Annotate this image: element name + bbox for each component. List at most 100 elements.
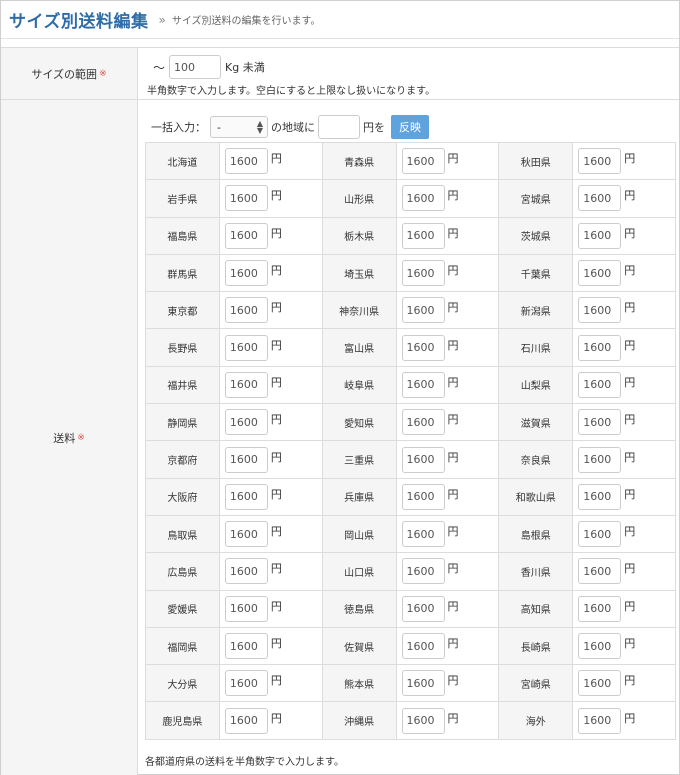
prefecture-name: 東京都: [146, 292, 220, 330]
fee-input[interactable]: 1600: [224, 446, 268, 473]
fee-input[interactable]: 1600: [224, 558, 268, 585]
fee-input[interactable]: 1600: [578, 334, 622, 361]
fee-input[interactable]: 1600: [224, 148, 268, 175]
fee-input[interactable]: 1600: [578, 558, 622, 585]
prefecture-name: 神奈川県: [322, 292, 397, 330]
prefecture-name: 栃木県: [322, 217, 397, 255]
fee-input[interactable]: 1600: [578, 633, 622, 659]
prefecture-fee-cell: 1600 円: [573, 478, 677, 516]
prefecture-fee-cell: 1600 円: [219, 515, 323, 554]
prefecture-fee-cell: 1600 円: [396, 366, 500, 405]
page-title: サイズ別送料編集: [9, 12, 149, 32]
prefecture-fee-cell: 1600 円: [396, 217, 500, 255]
fee-input[interactable]: 1600: [578, 707, 622, 734]
required-mark: ※: [99, 68, 107, 79]
prefecture-fee-cell: 1600 円: [396, 478, 500, 516]
fee-input[interactable]: 1600: [401, 260, 445, 287]
fee-input[interactable]: 1600: [401, 521, 445, 548]
prefecture-fee-cell: 1600 円: [219, 329, 323, 367]
fee-input[interactable]: 1600: [578, 483, 622, 510]
region-select[interactable]: - ▲ ▼: [210, 116, 268, 138]
fee-input[interactable]: 1600: [401, 371, 445, 398]
fee-input[interactable]: 1600: [578, 371, 622, 398]
prefecture-fee-cell: 1600 円: [573, 143, 677, 181]
fee-input[interactable]: 1600: [401, 595, 445, 622]
fee-input[interactable]: 1600: [224, 595, 268, 622]
table-row: 福島県 1600 円栃木県 1600 円茨城県 1600 円: [146, 217, 677, 255]
size-range-row: サイズの範囲 ※ 〜 100 Kg 未満 半角数字で入力します。空白にすると上限な…: [1, 47, 679, 100]
yen-unit: 円: [624, 226, 636, 240]
yen-unit: 円: [624, 338, 636, 352]
fee-input[interactable]: 1600: [224, 334, 268, 361]
prefecture-fee-cell: 1600 円: [219, 366, 323, 405]
fee-input[interactable]: 1600: [401, 409, 445, 436]
prefecture-name: 山梨県: [499, 366, 574, 405]
fee-input[interactable]: 1600: [401, 334, 445, 361]
fee-input[interactable]: 1600: [224, 670, 268, 697]
fee-input[interactable]: 1600: [578, 595, 622, 622]
fee-input[interactable]: 1600: [401, 633, 445, 659]
fee-input[interactable]: 1600: [578, 222, 622, 249]
prefecture-name: 岩手県: [146, 180, 220, 218]
prefecture-fee-cell: 1600 円: [573, 217, 677, 255]
yen-unit: 円: [447, 562, 459, 576]
fee-input[interactable]: 1600: [578, 409, 622, 436]
bulk-fee-input[interactable]: [318, 115, 360, 139]
yen-unit: 円: [270, 487, 282, 501]
fee-input[interactable]: 1600: [578, 148, 622, 175]
fee-input[interactable]: 1600: [224, 222, 268, 249]
fee-input[interactable]: 1600: [224, 409, 268, 436]
table-row: 大分県 1600 円熊本県 1600 円宮崎県 1600 円: [146, 665, 677, 703]
prefecture-fee-cell: 1600 円: [219, 254, 323, 293]
prefecture-fee-cell: 1600 円: [396, 702, 500, 740]
fee-input[interactable]: 1600: [401, 446, 445, 473]
fee-input[interactable]: 1600: [401, 148, 445, 175]
prefecture-name: 香川県: [499, 553, 574, 591]
yen-unit: 円: [270, 301, 282, 315]
fee-input[interactable]: 1600: [401, 670, 445, 697]
fee-input[interactable]: 1600: [224, 521, 268, 548]
fee-input[interactable]: 1600: [401, 707, 445, 734]
shipping-fee-note: 各都道府県の送料を半角数字で入力します。: [145, 757, 344, 768]
apply-button[interactable]: 反映: [391, 115, 429, 139]
fee-input[interactable]: 1600: [578, 185, 622, 212]
prefecture-name: 大阪府: [146, 478, 220, 516]
yen-unit: 円: [270, 674, 282, 688]
yen-unit: 円: [624, 711, 636, 725]
table-row: 群馬県 1600 円埼玉県 1600 円千葉県 1600 円: [146, 254, 677, 293]
prefecture-name: 茨城県: [499, 217, 574, 255]
page-header: サイズ別送料編集 » サイズ別送料の編集を行います。: [1, 1, 679, 39]
yen-unit: 円: [624, 264, 636, 278]
fee-input[interactable]: 1600: [401, 222, 445, 249]
fee-input[interactable]: 1600: [224, 633, 268, 659]
table-row: 北海道 1600 円青森県 1600 円秋田県 1600 円: [146, 143, 677, 181]
fee-input[interactable]: 1600: [401, 297, 445, 324]
prefecture-fee-cell: 1600 円: [396, 292, 500, 330]
fee-input[interactable]: 1600: [224, 707, 268, 734]
prefecture-fee-cell: 1600 円: [573, 702, 677, 740]
fee-input[interactable]: 1600: [224, 371, 268, 398]
edit-panel: サイズ別送料編集 » サイズ別送料の編集を行います。 サイズの範囲 ※ 〜 100…: [0, 0, 680, 775]
prefecture-name: 和歌山県: [499, 478, 574, 516]
fee-input[interactable]: 1600: [401, 558, 445, 585]
fee-input[interactable]: 1600: [578, 260, 622, 287]
prefecture-fee-cell: 1600 円: [396, 515, 500, 554]
yen-unit: 円: [624, 301, 636, 315]
fee-input[interactable]: 1600: [578, 297, 622, 324]
prefecture-fee-cell: 1600 円: [573, 254, 677, 293]
breadcrumb-separator: »: [158, 12, 166, 27]
prefecture-name: 海外: [499, 702, 574, 740]
fee-input[interactable]: 1600: [224, 483, 268, 510]
fee-input[interactable]: 1600: [224, 297, 268, 324]
fee-input[interactable]: 1600: [401, 185, 445, 212]
fee-input[interactable]: 1600: [401, 483, 445, 510]
fee-input[interactable]: 1600: [224, 260, 268, 287]
fee-input[interactable]: 1600: [578, 670, 622, 697]
fee-input[interactable]: 1600: [224, 185, 268, 212]
table-row: 岩手県 1600 円山形県 1600 円宮城県 1600 円: [146, 180, 677, 218]
prefecture-fee-cell: 1600 円: [396, 627, 500, 666]
fee-input[interactable]: 1600: [578, 521, 622, 548]
yen-unit: 円: [447, 450, 459, 464]
size-max-input[interactable]: 100: [169, 55, 222, 79]
fee-input[interactable]: 1600: [578, 446, 622, 473]
